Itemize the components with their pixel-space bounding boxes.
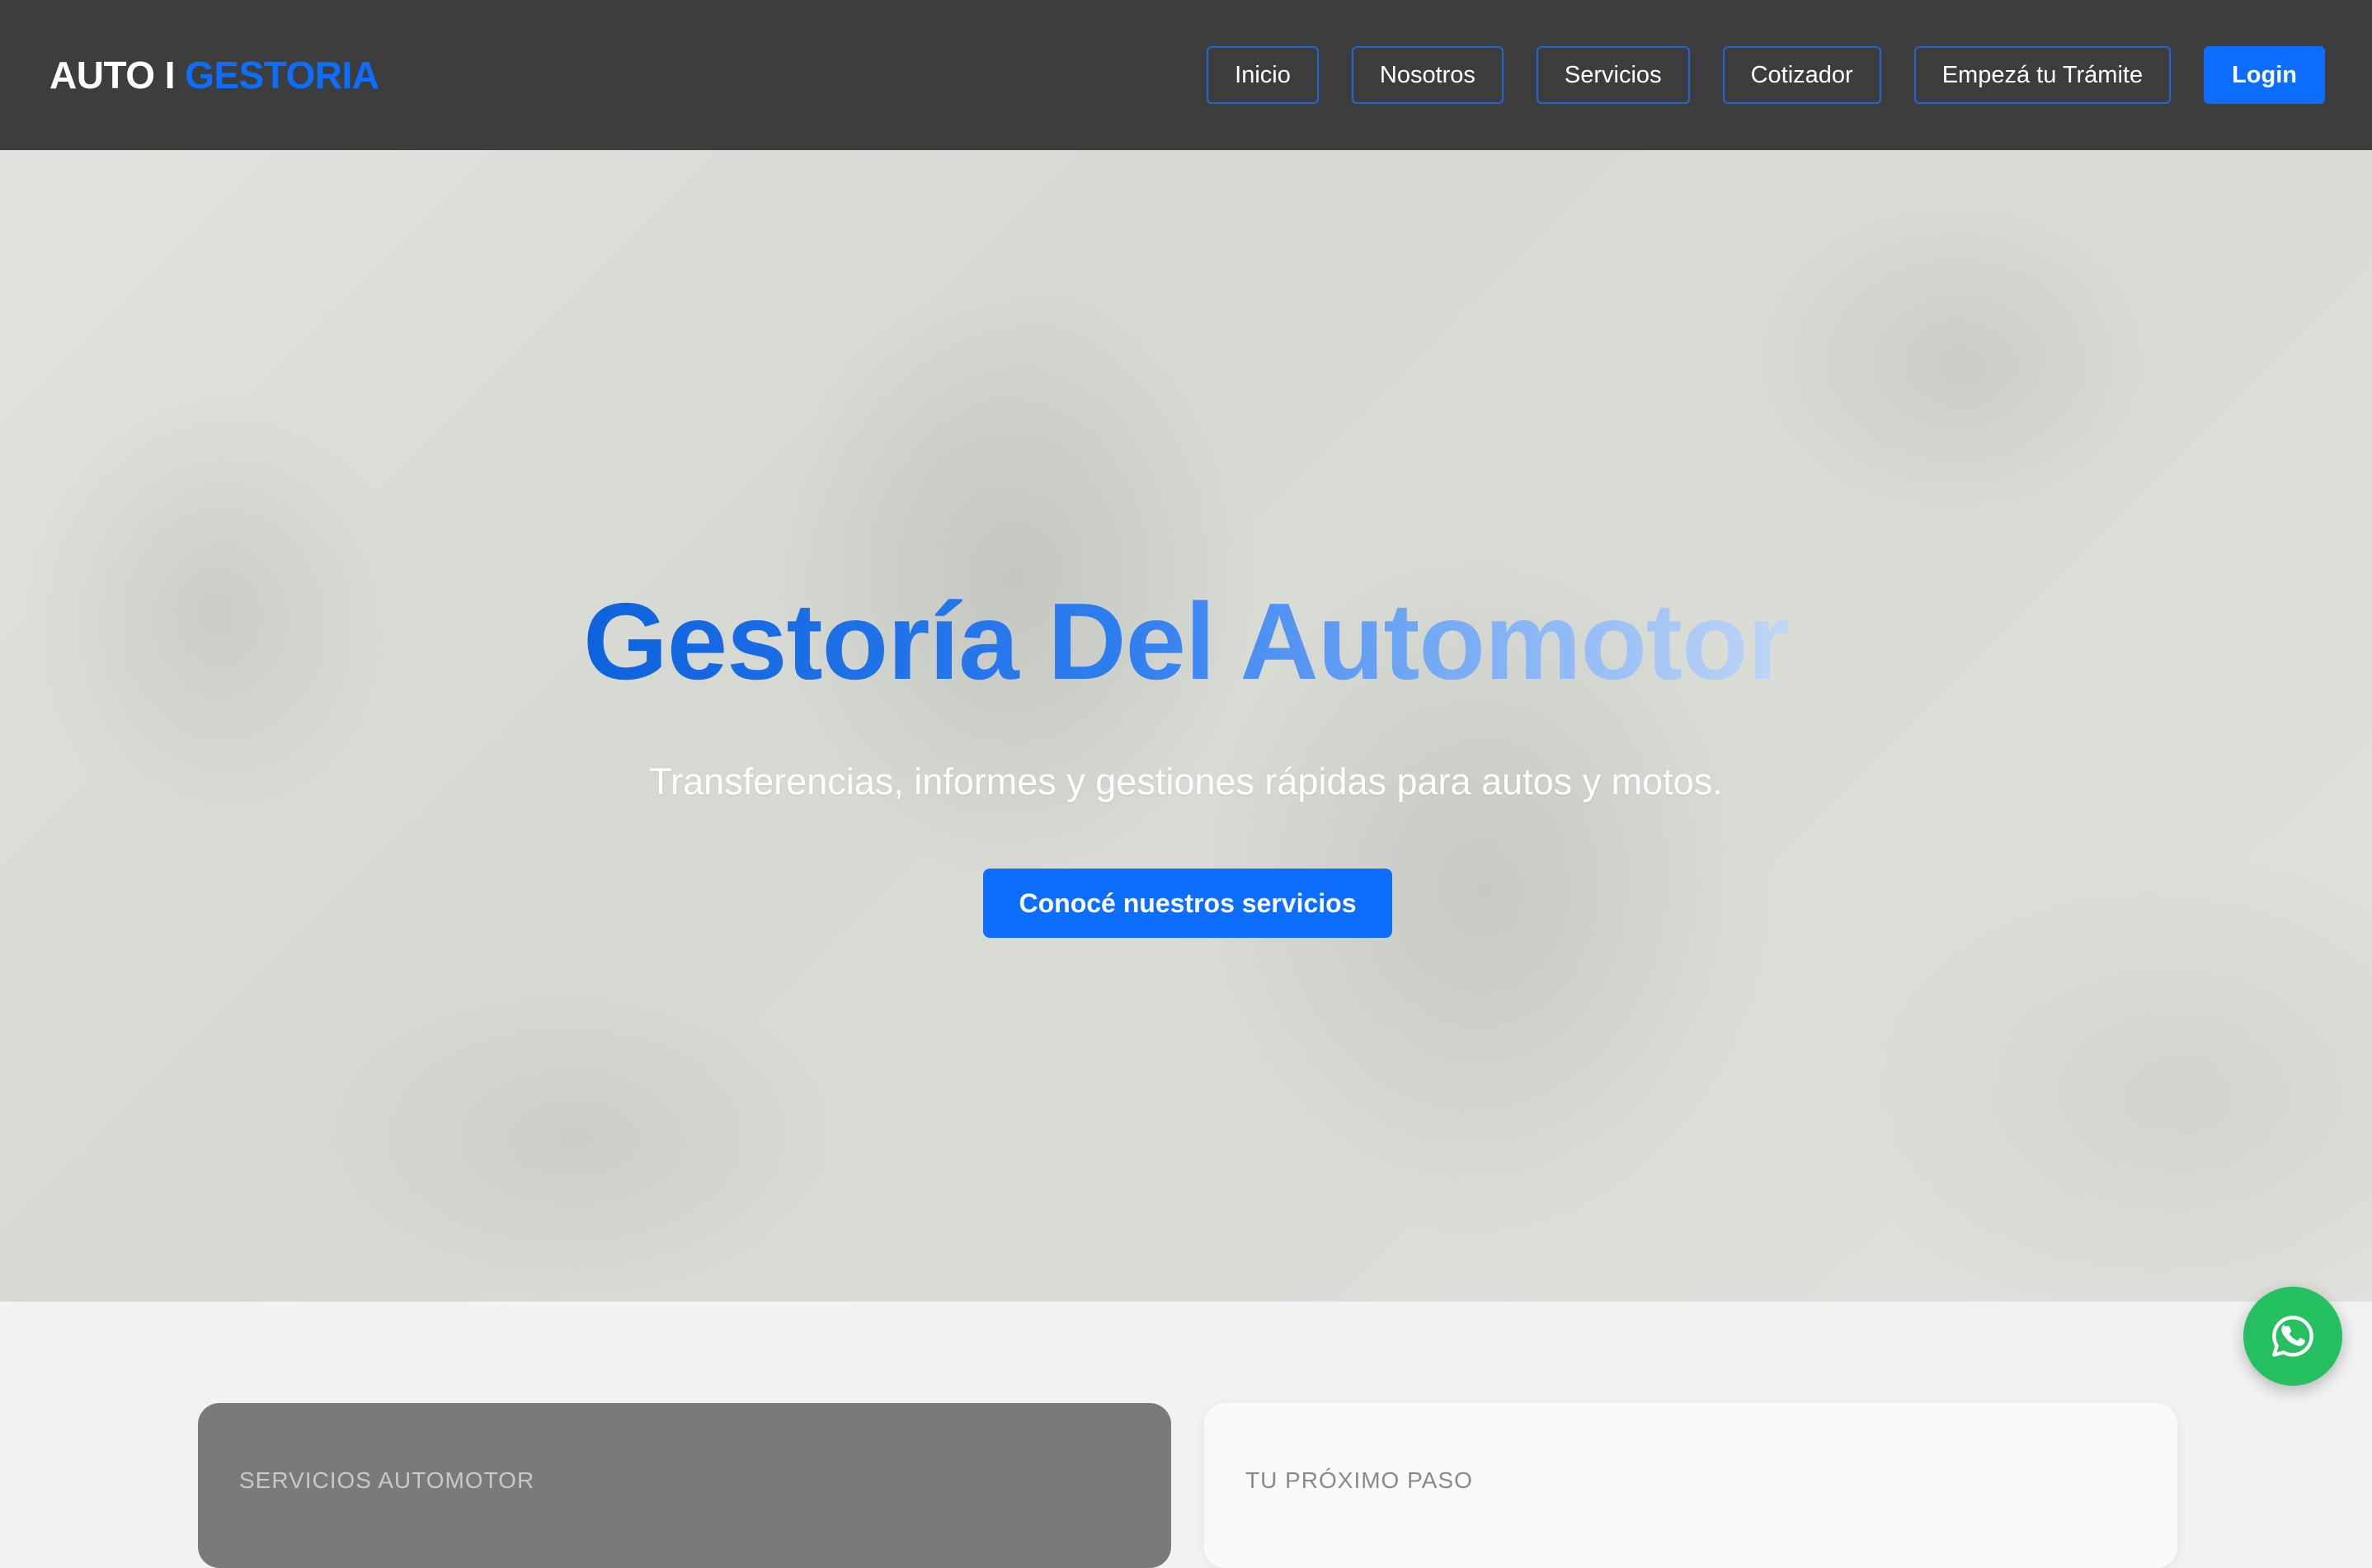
whatsapp-icon	[2272, 1316, 2313, 1357]
services-cta-button[interactable]: Conocé nuestros servicios	[983, 869, 1392, 938]
next-step-card-eyebrow: TU PRÓXIMO PASO	[1245, 1467, 1473, 1493]
nav-links: Inicio Nosotros Servicios Cotizador Empe…	[1207, 46, 2325, 104]
hero-section: Gestoría Del Automotor Transferencias, i…	[0, 150, 2372, 1302]
login-button[interactable]: Login	[2204, 46, 2325, 104]
next-step-card: TU PRÓXIMO PASO	[1204, 1403, 2177, 1568]
brand-logo[interactable]: AUTO I GESTORIA	[49, 53, 379, 97]
hero-title-text: Gestoría Del Automotor	[583, 581, 1790, 702]
hero-title: Gestoría Del Automotor	[0, 587, 2372, 696]
brand-part-gestoria: GESTORIA	[185, 54, 379, 97]
brand-part-auto: AUTO I	[49, 54, 176, 97]
nav-inicio-button[interactable]: Inicio	[1207, 46, 1319, 104]
hero-subtitle: Transferencias, informes y gestiones ráp…	[649, 760, 1723, 803]
services-card-eyebrow: SERVICIOS AUTOMOTOR	[239, 1467, 535, 1493]
nav-cotizador-button[interactable]: Cotizador	[1722, 46, 1881, 104]
services-card: SERVICIOS AUTOMOTOR	[198, 1403, 1171, 1568]
navbar: AUTO I GESTORIA Inicio Nosotros Servicio…	[0, 0, 2372, 150]
whatsapp-button[interactable]	[2243, 1287, 2342, 1386]
nav-servicios-button[interactable]: Servicios	[1536, 46, 1690, 104]
nav-empeza-tramite-button[interactable]: Empezá tu Trámite	[1913, 46, 2172, 104]
nav-nosotros-button[interactable]: Nosotros	[1351, 46, 1504, 104]
